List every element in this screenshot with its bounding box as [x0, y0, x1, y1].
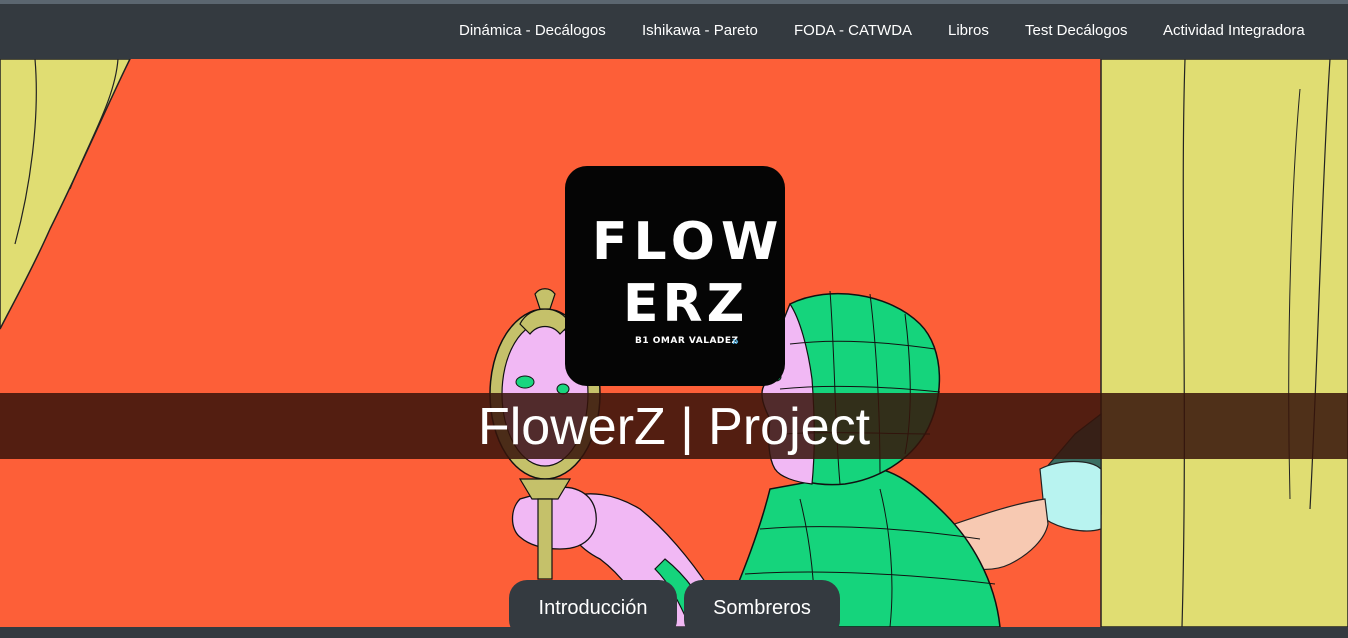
nav-link-actividad-integradora[interactable]: Actividad Integradora	[1163, 22, 1305, 39]
hero-section: FLOW ERZ B1 OMAR VALADEZ »	[0, 59, 1348, 627]
nav-link-test-decalogos[interactable]: Test Decálogos	[1025, 22, 1128, 39]
hats-button[interactable]: Sombreros	[684, 580, 840, 638]
right-curtain	[1100, 59, 1348, 627]
nav-link-ishikawa-pareto[interactable]: Ishikawa - Pareto	[642, 22, 758, 39]
intro-button[interactable]: Introducción	[509, 580, 677, 638]
nav-link-dinamica-decalogos[interactable]: Dinámica - Decálogos	[459, 22, 606, 39]
logo-byline: B1 OMAR VALADEZ	[635, 336, 739, 346]
nav-link-foda-catwda[interactable]: FODA - CATWDA	[794, 22, 912, 39]
logo-line-1: FLOW	[592, 212, 785, 272]
top-navbar: Dinámica - Decálogos Ishikawa - Pareto F…	[0, 4, 1348, 59]
left-curtain	[0, 59, 131, 330]
logo-line-2: ERZ	[623, 274, 749, 334]
flowerz-logo: FLOW ERZ B1 OMAR VALADEZ »	[565, 166, 785, 386]
page-title: FlowerZ | Project	[477, 398, 871, 456]
chevron-right-icon: »	[732, 334, 739, 348]
nav-link-libros[interactable]: Libros	[948, 22, 989, 39]
